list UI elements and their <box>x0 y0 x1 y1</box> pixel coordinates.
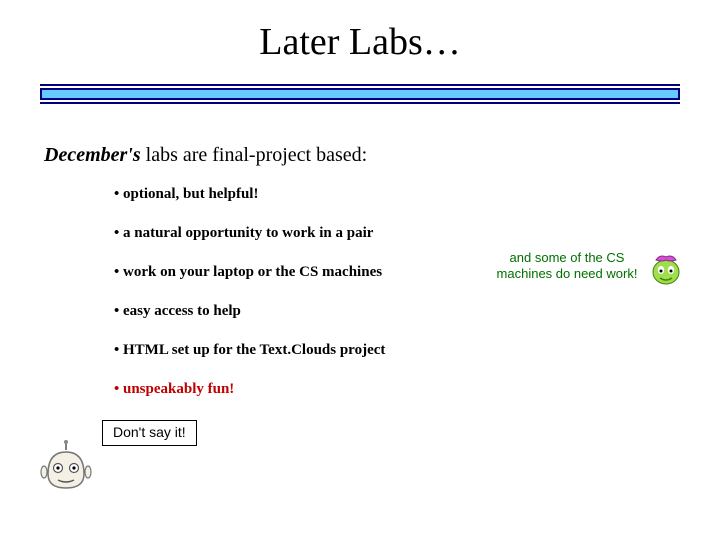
bullet-easy-help: • easy access to help <box>114 303 474 320</box>
bullet-html-textclouds: • HTML set up for the Text.Clouds projec… <box>114 342 474 359</box>
slide: Later Labs… December's labs are final-pr… <box>0 0 720 540</box>
bullet-cs-machines: • work on your laptop or the CS machines <box>114 264 474 281</box>
callout-dont-say-it: Don't say it! <box>102 420 197 446</box>
alien-face-icon <box>648 252 684 291</box>
robot-head-icon <box>38 440 94 497</box>
intro-emphasis: December's <box>44 144 141 166</box>
bullet-list: • optional, but helpful! • a natural opp… <box>114 186 474 420</box>
rule-band <box>40 88 680 100</box>
bullet-unspeakably-fun: • unspeakably fun! <box>114 381 474 398</box>
bullet-pair-work: • a natural opportunity to work in a pai… <box>114 225 474 242</box>
intro-line: December's labs are final-project based: <box>44 144 367 167</box>
side-note: and some of the CS machines do need work… <box>492 250 642 283</box>
bullet-optional: • optional, but helpful! <box>114 186 474 203</box>
page-title: Later Labs… <box>0 20 720 64</box>
rule-line-top <box>40 84 680 86</box>
title-underline <box>40 84 680 104</box>
rule-line-bottom <box>40 102 680 104</box>
intro-rest: labs are final-project based: <box>141 144 368 166</box>
